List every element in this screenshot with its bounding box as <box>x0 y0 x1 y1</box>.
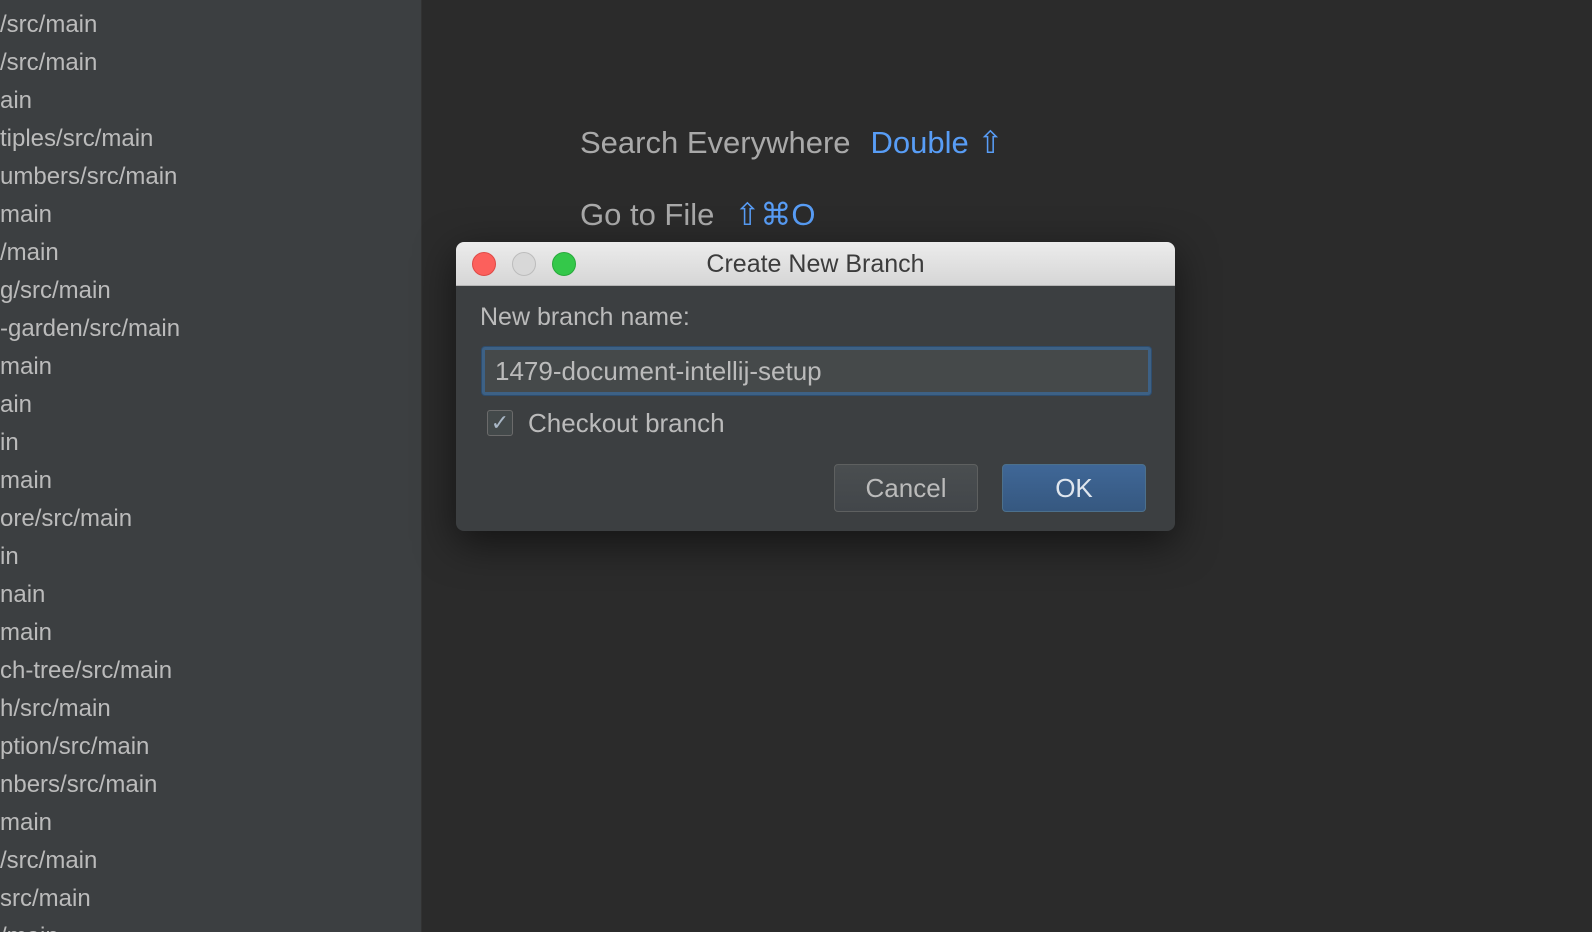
tree-item[interactable]: main <box>0 352 52 382</box>
hint-search-everywhere: Search Everywhere Double ⇧ <box>580 125 1003 161</box>
branch-name-input[interactable] <box>482 347 1151 395</box>
tree-item[interactable]: nbers/src/main <box>0 770 157 800</box>
tree-item[interactable]: ore/src/main <box>0 504 132 534</box>
tree-item[interactable]: /src/main <box>0 48 97 78</box>
branch-name-label: New branch name: <box>480 303 690 331</box>
tree-item[interactable]: /main <box>0 238 59 268</box>
checkout-branch-checkbox[interactable]: ✓ <box>487 410 513 436</box>
hint-go-to-file: Go to File ⇧⌘O <box>580 197 815 233</box>
tree-item[interactable]: h/src/main <box>0 694 111 724</box>
tree-item[interactable]: -garden/src/main <box>0 314 180 344</box>
ok-button[interactable]: OK <box>1002 464 1146 512</box>
close-window-button[interactable] <box>472 252 496 276</box>
tree-item[interactable]: nain <box>0 580 45 610</box>
tree-item[interactable]: main <box>0 808 52 838</box>
tree-item[interactable]: main <box>0 466 52 496</box>
tree-item[interactable]: g/src/main <box>0 276 111 306</box>
create-new-branch-dialog: Create New Branch New branch name: ✓ Che… <box>456 242 1175 531</box>
tree-item[interactable]: ain <box>0 86 32 116</box>
hint-label: Search Everywhere <box>580 125 851 160</box>
tree-item[interactable]: ption/src/main <box>0 732 149 762</box>
tree-item[interactable]: /main <box>0 922 59 932</box>
tree-item[interactable]: ain <box>0 390 32 420</box>
checkout-branch-label[interactable]: Checkout branch <box>528 408 725 438</box>
maximize-window-button[interactable] <box>552 252 576 276</box>
tree-item[interactable]: ch-tree/src/main <box>0 656 172 686</box>
tree-item[interactable]: in <box>0 542 19 572</box>
tree-item[interactable]: main <box>0 618 52 648</box>
tree-item[interactable]: tiples/src/main <box>0 124 153 154</box>
minimize-window-button[interactable] <box>512 252 536 276</box>
tree-item[interactable]: main <box>0 200 52 230</box>
hint-shortcut: Double ⇧ <box>870 125 1004 160</box>
tree-item[interactable]: /src/main <box>0 10 97 40</box>
tree-item[interactable]: in <box>0 428 19 458</box>
cancel-button[interactable]: Cancel <box>834 464 978 512</box>
hint-label: Go to File <box>580 197 715 232</box>
tree-item[interactable]: /src/main <box>0 846 97 876</box>
dialog-titlebar[interactable]: Create New Branch <box>456 242 1175 286</box>
project-tree-panel: /src/main /src/main ain tiples/src/main … <box>0 0 422 932</box>
tree-item[interactable]: src/main <box>0 884 91 914</box>
tree-item[interactable]: umbers/src/main <box>0 162 177 192</box>
hint-shortcut: ⇧⌘O <box>734 197 816 232</box>
